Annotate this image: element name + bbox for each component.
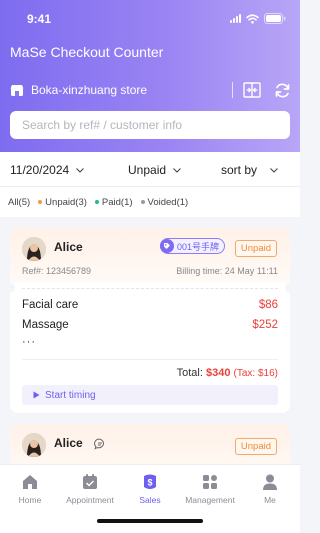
tab-management[interactable]: Management: [180, 473, 240, 505]
play-icon: [33, 391, 40, 399]
customer-name: Alice: [54, 436, 83, 450]
refresh-icon: [275, 83, 289, 97]
tab-sales[interactable]: $ Sales: [120, 473, 180, 505]
filter-bar: 11/20/2024 Unpaid sort by: [0, 152, 300, 187]
avatar: [22, 237, 46, 261]
service-row: Massage $252: [22, 319, 278, 331]
tab-label: Appointment: [66, 495, 114, 505]
status-filter[interactable]: Unpaid: [128, 163, 181, 177]
billing-time: Billing time: 24 May 11:11: [176, 266, 278, 276]
signal-icon: [230, 14, 241, 23]
header-divider: [232, 82, 233, 98]
status-tab-label: Unpaid(3): [45, 196, 87, 208]
service-row: Facial care $86: [22, 299, 278, 311]
status-filter-label: Unpaid: [128, 163, 167, 177]
status-tab-unpaid[interactable]: Unpaid(3): [38, 197, 87, 208]
app-title: MaSe Checkout Counter: [10, 44, 164, 60]
status-badge: Unpaid: [234, 438, 277, 455]
tag-icon: [160, 239, 174, 253]
status-tabs: All(5) Unpaid(3) Paid(1) Voided(1): [0, 187, 300, 217]
tag-label: 001号手牌: [177, 241, 220, 252]
start-timing-label: Start timing: [45, 389, 96, 401]
wifi-icon: [246, 13, 259, 24]
tab-label: Me: [264, 495, 276, 505]
sales-icon: $: [144, 474, 156, 489]
battery-icon: [264, 13, 286, 24]
tab-me[interactable]: Me: [240, 473, 300, 505]
header-actions: [232, 80, 292, 100]
card-divider: [22, 288, 278, 289]
status-dot: [140, 200, 145, 204]
status-tab-label: All(5): [8, 196, 31, 208]
card-notch: [285, 283, 290, 293]
tax-amount: (Tax: $16): [233, 368, 278, 379]
status-tab-all[interactable]: All(5): [8, 197, 30, 208]
app-header: 9:41 MaSe Checkout Counter Boka-xinzhuan: [0, 0, 300, 152]
ref-number: Ref#: 123456789: [22, 266, 92, 276]
date-filter-label: 11/20/2024: [10, 163, 70, 177]
service-name: Massage: [22, 319, 69, 331]
user-icon: [263, 474, 277, 490]
status-bar: 9:41: [0, 0, 300, 38]
sort-filter[interactable]: sort by: [221, 163, 278, 177]
tab-label: Home: [18, 495, 42, 505]
customer-name: Alice: [54, 240, 83, 254]
calendar-icon: [83, 474, 97, 489]
chevron-down-icon: [173, 167, 181, 173]
store-name: Boka-xinzhuang store: [31, 83, 148, 97]
order-total: Total: $340 (Tax: $16): [177, 367, 278, 379]
tab-appointment[interactable]: Appointment: [60, 473, 120, 505]
chevron-down-icon: [270, 167, 278, 173]
order-card[interactable]: Alice 001号手牌 Unpaid Ref#: 123456789 Bill…: [10, 228, 290, 413]
status-dot: [94, 200, 99, 204]
refresh-button[interactable]: [272, 80, 292, 100]
tab-home[interactable]: Home: [0, 473, 60, 505]
card-notch: [10, 283, 15, 293]
status-tab-voided[interactable]: Voided(1): [140, 196, 189, 208]
chevron-down-icon: [76, 167, 85, 173]
status-tab-paid[interactable]: Paid(1): [94, 196, 133, 208]
search-input[interactable]: Search by ref# / customer info: [10, 111, 290, 139]
avatar: [22, 433, 46, 457]
start-timing-button[interactable]: Start timing: [22, 385, 278, 405]
service-name: Facial care: [22, 299, 79, 311]
tab-label: Sales: [139, 495, 161, 505]
tag-badge: 001号手牌: [160, 238, 226, 254]
more-services: ···: [22, 336, 36, 348]
status-dot: [38, 200, 43, 204]
chat-icon: [94, 438, 104, 450]
date-filter[interactable]: 11/20/2024: [10, 163, 85, 177]
scan-button[interactable]: [242, 80, 262, 100]
status-icons: [230, 13, 286, 24]
status-tab-label: Paid(1): [101, 196, 133, 208]
total-label: Total:: [176, 367, 203, 379]
order-card-header: Alice 001号手牌 Unpaid Ref#: 123456789 Bill…: [10, 228, 290, 283]
total-amount: $340: [205, 367, 231, 379]
service-price: $252: [252, 319, 278, 331]
status-badge: Unpaid: [234, 240, 277, 257]
status-tab-label: Voided(1): [147, 196, 189, 208]
store-selector[interactable]: Boka-xinzhuang store: [10, 80, 292, 100]
total-divider: [22, 359, 278, 360]
home-icon: [23, 475, 37, 489]
sort-filter-label: sort by: [221, 163, 258, 177]
status-time: 9:41: [27, 12, 52, 26]
service-price: $86: [258, 299, 278, 311]
grid-icon: [203, 475, 217, 489]
tab-label: Management: [185, 495, 235, 505]
svg-text:$: $: [147, 478, 152, 488]
home-indicator: [97, 519, 203, 523]
scan-icon: [243, 82, 261, 98]
store-icon: [10, 84, 24, 96]
